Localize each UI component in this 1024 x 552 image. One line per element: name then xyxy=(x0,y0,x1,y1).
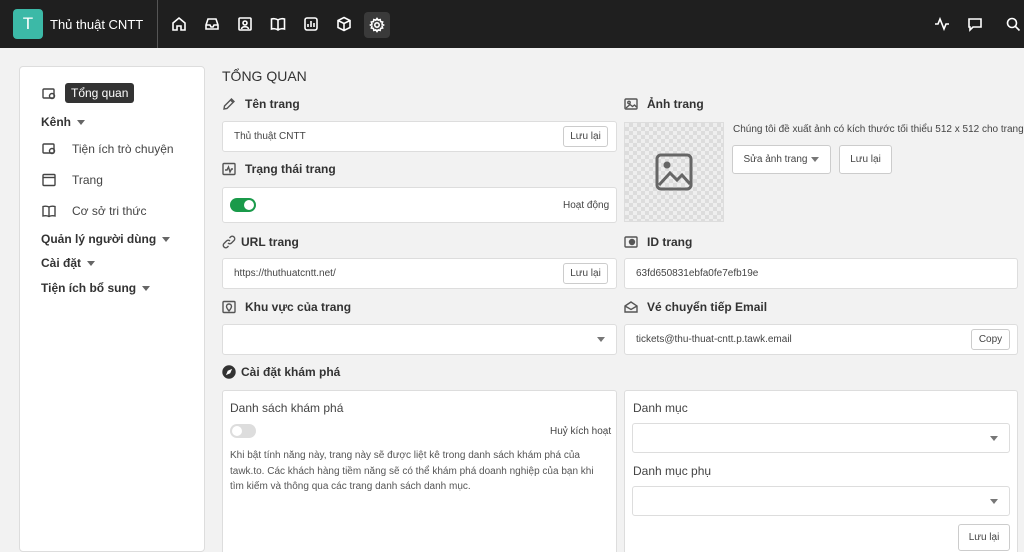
edit-image-label: Sửa ảnh trang xyxy=(743,154,808,165)
category-label: Danh mục xyxy=(633,401,688,415)
chevron-down-icon xyxy=(597,337,605,342)
page-url-value[interactable]: https://thuthuatcntt.net/ xyxy=(234,268,336,279)
settings-icon[interactable] xyxy=(364,12,390,38)
reports-icon[interactable] xyxy=(301,14,321,34)
knowledge-base-icon xyxy=(42,204,56,218)
sidebar-item-knowledge-base[interactable]: Cơ sở tri thức xyxy=(72,204,146,218)
link-icon xyxy=(222,235,236,249)
activity-icon[interactable] xyxy=(932,14,952,34)
copy-button[interactable]: Copy xyxy=(971,329,1010,350)
chevron-down-icon xyxy=(811,157,819,162)
page-region-label: Khu vực của trang xyxy=(245,300,352,314)
page-title: TỔNG QUAN xyxy=(222,68,307,84)
page-name-value[interactable]: Thủ thuật CNTT xyxy=(234,131,306,142)
section-label: Cài đặt xyxy=(41,256,82,270)
top-bar: T Thủ thuật CNTT xyxy=(0,0,1024,48)
discovery-save-button[interactable]: Lưu lại xyxy=(958,524,1010,551)
email-forward-value[interactable]: tickets@thu-thuat-cntt.p.tawk.email xyxy=(636,334,792,345)
overview-tooltip[interactable]: Tổng quan xyxy=(65,83,135,103)
page-name-label: Tên trang xyxy=(245,97,300,111)
status-icon xyxy=(222,162,236,176)
chevron-down-icon xyxy=(142,286,151,292)
page-id-label: ID trang xyxy=(647,235,693,249)
overview-icon xyxy=(42,87,56,101)
section-label: Kênh xyxy=(41,115,71,129)
chat-icon[interactable] xyxy=(965,14,985,34)
chevron-down-icon xyxy=(77,120,85,126)
sidebar-section-settings[interactable]: Cài đặt xyxy=(41,256,96,270)
discovery-status: Huỷ kích hoạt xyxy=(550,426,612,437)
image-icon xyxy=(624,97,638,111)
site-logo[interactable]: T xyxy=(13,9,43,39)
sidebar-section-user-management[interactable]: Quản lý người dùng xyxy=(41,232,171,246)
compass-icon xyxy=(222,365,236,379)
pencil-icon xyxy=(222,97,236,111)
section-label: Tiện ích bổ sung xyxy=(41,281,137,295)
site-name[interactable]: Thủ thuật CNTT xyxy=(50,17,143,32)
discovery-label: Cài đặt khám phá xyxy=(241,365,341,379)
discovery-toggle[interactable] xyxy=(230,424,256,438)
sidebar-section-addons[interactable]: Tiện ích bổ sung xyxy=(41,281,151,295)
page-status-box xyxy=(222,187,617,223)
page-status-label: Trạng thái trang xyxy=(245,162,336,176)
image-placeholder-icon xyxy=(655,153,693,191)
chevron-down-icon xyxy=(87,261,96,267)
discovery-description: Khi bật tính năng này, trang này sẽ được… xyxy=(230,450,594,492)
email-icon xyxy=(624,300,638,314)
chevron-down-icon xyxy=(990,436,998,441)
region-icon xyxy=(222,300,236,314)
discovery-list-title: Danh sách khám phá xyxy=(230,401,344,415)
box-icon[interactable] xyxy=(334,14,354,34)
page-image-save-button[interactable]: Lưu lại xyxy=(839,145,892,174)
sidebar-item-chat-widget[interactable]: Tiện ích trò chuyện xyxy=(72,142,174,156)
section-label: Quản lý người dùng xyxy=(41,232,157,246)
id-icon xyxy=(624,235,638,249)
page-image-label: Ảnh trang xyxy=(647,97,704,111)
search-icon[interactable] xyxy=(1003,14,1023,34)
subcategory-select[interactable] xyxy=(632,486,1010,516)
home-icon[interactable] xyxy=(169,14,189,34)
sidebar xyxy=(19,66,205,552)
subcategory-label: Danh mục phụ xyxy=(633,464,712,478)
sidebar-item-pages[interactable]: Trang xyxy=(72,173,103,187)
sidebar-section-channels[interactable]: Kênh xyxy=(41,115,85,129)
divider xyxy=(157,0,158,48)
inbox-icon[interactable] xyxy=(202,14,222,34)
page-status-text: Hoạt động xyxy=(563,200,610,211)
contacts-icon[interactable] xyxy=(235,14,255,34)
page-region-select[interactable] xyxy=(222,324,617,355)
category-select[interactable] xyxy=(632,423,1010,453)
page-icon xyxy=(42,173,56,187)
page-name-save-button[interactable]: Lưu lại xyxy=(563,126,608,147)
chat-widget-icon xyxy=(42,142,56,156)
email-forward-label: Vé chuyển tiếp Email xyxy=(647,300,768,314)
page-image-hint: Chúng tôi đề xuất ảnh có kích thước tối … xyxy=(733,124,1024,135)
chevron-down-icon xyxy=(162,237,171,243)
chevron-down-icon xyxy=(990,499,998,504)
page-id-value[interactable]: 63fd650831ebfa0fe7efb19e xyxy=(636,268,758,279)
page-status-toggle[interactable] xyxy=(230,198,256,212)
book-icon[interactable] xyxy=(268,14,288,34)
page-url-save-button[interactable]: Lưu lại xyxy=(563,263,608,284)
page-url-label: URL trang xyxy=(241,235,299,249)
